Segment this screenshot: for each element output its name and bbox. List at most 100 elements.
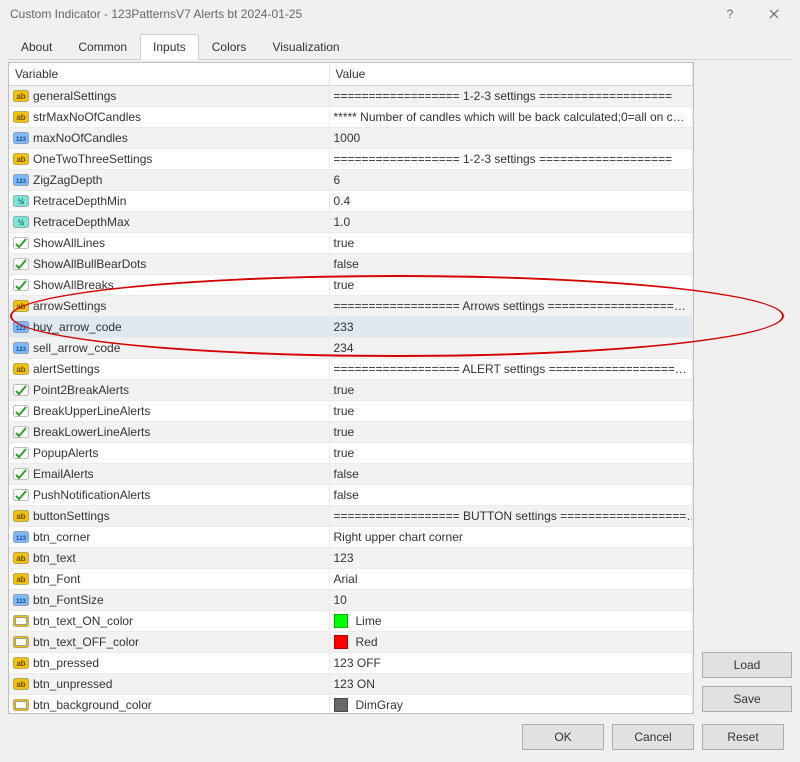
svg-text:ab: ab [16, 113, 25, 122]
variable-name: ShowAllLines [33, 236, 105, 250]
svg-text:123: 123 [16, 326, 27, 332]
svg-text:123: 123 [16, 137, 27, 143]
save-button[interactable]: Save [702, 686, 792, 712]
variable-name: sell_arrow_code [33, 341, 120, 355]
variable-name: btn_unpressed [33, 677, 112, 691]
variable-name: BreakUpperLineAlerts [33, 404, 150, 418]
value-text: 234 [334, 341, 354, 355]
value-cell[interactable]: true [330, 233, 693, 253]
table-row[interactable]: BreakLowerLineAlertstrue [9, 422, 693, 443]
cancel-button[interactable]: Cancel [612, 724, 694, 750]
value-cell[interactable]: 234 [330, 338, 693, 358]
table-row[interactable]: abarrowSettings================== Arrows… [9, 296, 693, 317]
value-cell[interactable]: true [330, 422, 693, 442]
table-row[interactable]: BreakUpperLineAlerts true [9, 401, 693, 422]
table-row[interactable]: btn_background_color DimGray [9, 695, 693, 714]
type-ab-icon: ab [13, 509, 29, 523]
value-cell[interactable]: 123 ON [330, 674, 693, 694]
table-row[interactable]: ShowAllBullBearDotsfalse [9, 254, 693, 275]
table-row[interactable]: abalertSettings================== ALERT … [9, 359, 693, 380]
tab-common[interactable]: Common [65, 34, 140, 60]
column-header-variable[interactable]: Variable [9, 63, 329, 86]
properties-grid: Variable Value abgeneralSettings========… [9, 63, 693, 713]
table-row[interactable]: 123buy_arrow_code233 [9, 317, 693, 338]
table-row[interactable]: ShowAllBreakstrue [9, 275, 693, 296]
table-row[interactable]: btn_text_ON_colorLime [9, 611, 693, 632]
table-row[interactable]: 123sell_arrow_code234 [9, 338, 693, 359]
value-text: true [334, 425, 355, 439]
table-row[interactable]: 123ZigZagDepth6 [9, 170, 693, 191]
tab-about[interactable]: About [8, 34, 65, 60]
load-button[interactable]: Load [702, 652, 792, 678]
value-cell[interactable]: 0.4 [330, 191, 693, 211]
value-cell[interactable]: Arial [330, 569, 693, 589]
value-cell[interactable]: Right upper chart corner [330, 527, 693, 547]
value-text: true [334, 404, 355, 418]
type-half-icon: ½ [13, 194, 29, 208]
table-row[interactable]: abbuttonSettings================== BUTTO… [9, 506, 693, 527]
color-swatch [334, 635, 348, 649]
value-cell[interactable]: Lime [330, 611, 693, 631]
help-button[interactable]: ? [708, 0, 752, 28]
value-cell[interactable]: false [330, 485, 693, 505]
close-button[interactable] [752, 0, 796, 28]
table-row[interactable]: abgeneralSettings================== 1-2-… [9, 86, 693, 107]
type-bool-icon [13, 278, 29, 292]
reset-button[interactable]: Reset [702, 724, 784, 750]
tab-visualization[interactable]: Visualization [259, 34, 352, 60]
table-row[interactable]: abstrMaxNoOfCandles***** Number of candl… [9, 107, 693, 128]
value-cell[interactable]: 123 OFF [330, 653, 693, 673]
ok-button[interactable]: OK [522, 724, 604, 750]
table-row[interactable]: abbtn_unpressed123 ON [9, 674, 693, 695]
table-row[interactable]: 123btn_FontSize10 [9, 590, 693, 611]
table-row[interactable]: Point2BreakAlertstrue [9, 380, 693, 401]
value-cell[interactable]: 1000 [330, 128, 693, 148]
tab-inputs[interactable]: Inputs [140, 34, 199, 60]
value-cell[interactable]: true [330, 275, 693, 295]
value-cell[interactable]: 1.0 [330, 212, 693, 232]
value-cell[interactable]: false [330, 254, 693, 274]
type-bool-icon [13, 467, 29, 481]
value-cell[interactable]: ================== 1-2-3 settings ======… [330, 86, 693, 106]
value-cell[interactable]: true [330, 443, 693, 463]
value-cell[interactable]: ================== 1-2-3 settings ======… [330, 149, 693, 169]
table-row[interactable]: btn_text_OFF_colorRed [9, 632, 693, 653]
value-cell[interactable]: true [330, 401, 693, 421]
value-cell[interactable]: 10 [330, 590, 693, 610]
value-cell[interactable]: 123 [330, 548, 693, 568]
column-header-value[interactable]: Value [329, 63, 693, 86]
value-cell[interactable]: ================== ALERT settings ======… [330, 359, 693, 379]
value-cell[interactable]: ================== Arrows settings =====… [330, 296, 693, 316]
type-ab-icon: ab [13, 152, 29, 166]
tabs: AboutCommonInputsColorsVisualization [8, 34, 792, 60]
value-cell[interactable]: ***** Number of candles which will be ba… [330, 107, 693, 127]
value-cell[interactable]: ================== BUTTON settings =====… [330, 506, 693, 526]
table-row[interactable]: ½RetraceDepthMax1.0 [9, 212, 693, 233]
value-cell[interactable]: 233 [330, 317, 693, 337]
value-cell[interactable]: Red [330, 632, 693, 652]
titlebar: Custom Indicator - 123PatternsV7 Alerts … [0, 0, 800, 28]
value-cell[interactable]: DimGray [330, 695, 693, 713]
type-half-icon: ½ [13, 215, 29, 229]
type-bool-icon [13, 488, 29, 502]
table-row[interactable]: abbtn_FontArial [9, 569, 693, 590]
value-text: true [334, 236, 355, 250]
variable-name: EmailAlerts [33, 467, 94, 481]
table-row[interactable]: 123btn_cornerRight upper chart corner [9, 527, 693, 548]
table-row[interactable]: abbtn_pressed123 OFF [9, 653, 693, 674]
value-cell[interactable]: true [330, 380, 693, 400]
table-row[interactable]: PopupAlertstrue [9, 443, 693, 464]
tab-colors[interactable]: Colors [199, 34, 260, 60]
table-row[interactable]: ShowAllLines true [9, 233, 693, 254]
table-row[interactable]: 123maxNoOfCandles1000 [9, 128, 693, 149]
variable-name: btn_Font [33, 572, 80, 586]
table-row[interactable]: EmailAlerts false [9, 464, 693, 485]
value-cell[interactable]: 6 [330, 170, 693, 190]
properties-grid-scroll[interactable]: Variable Value abgeneralSettings========… [9, 63, 693, 713]
variable-name: btn_background_color [33, 698, 152, 712]
value-cell[interactable]: false [330, 464, 693, 484]
table-row[interactable]: PushNotificationAlertsfalse [9, 485, 693, 506]
table-row[interactable]: ½RetraceDepthMin0.4 [9, 191, 693, 212]
table-row[interactable]: abbtn_text123 [9, 548, 693, 569]
table-row[interactable]: abOneTwoThreeSettings================== … [9, 149, 693, 170]
